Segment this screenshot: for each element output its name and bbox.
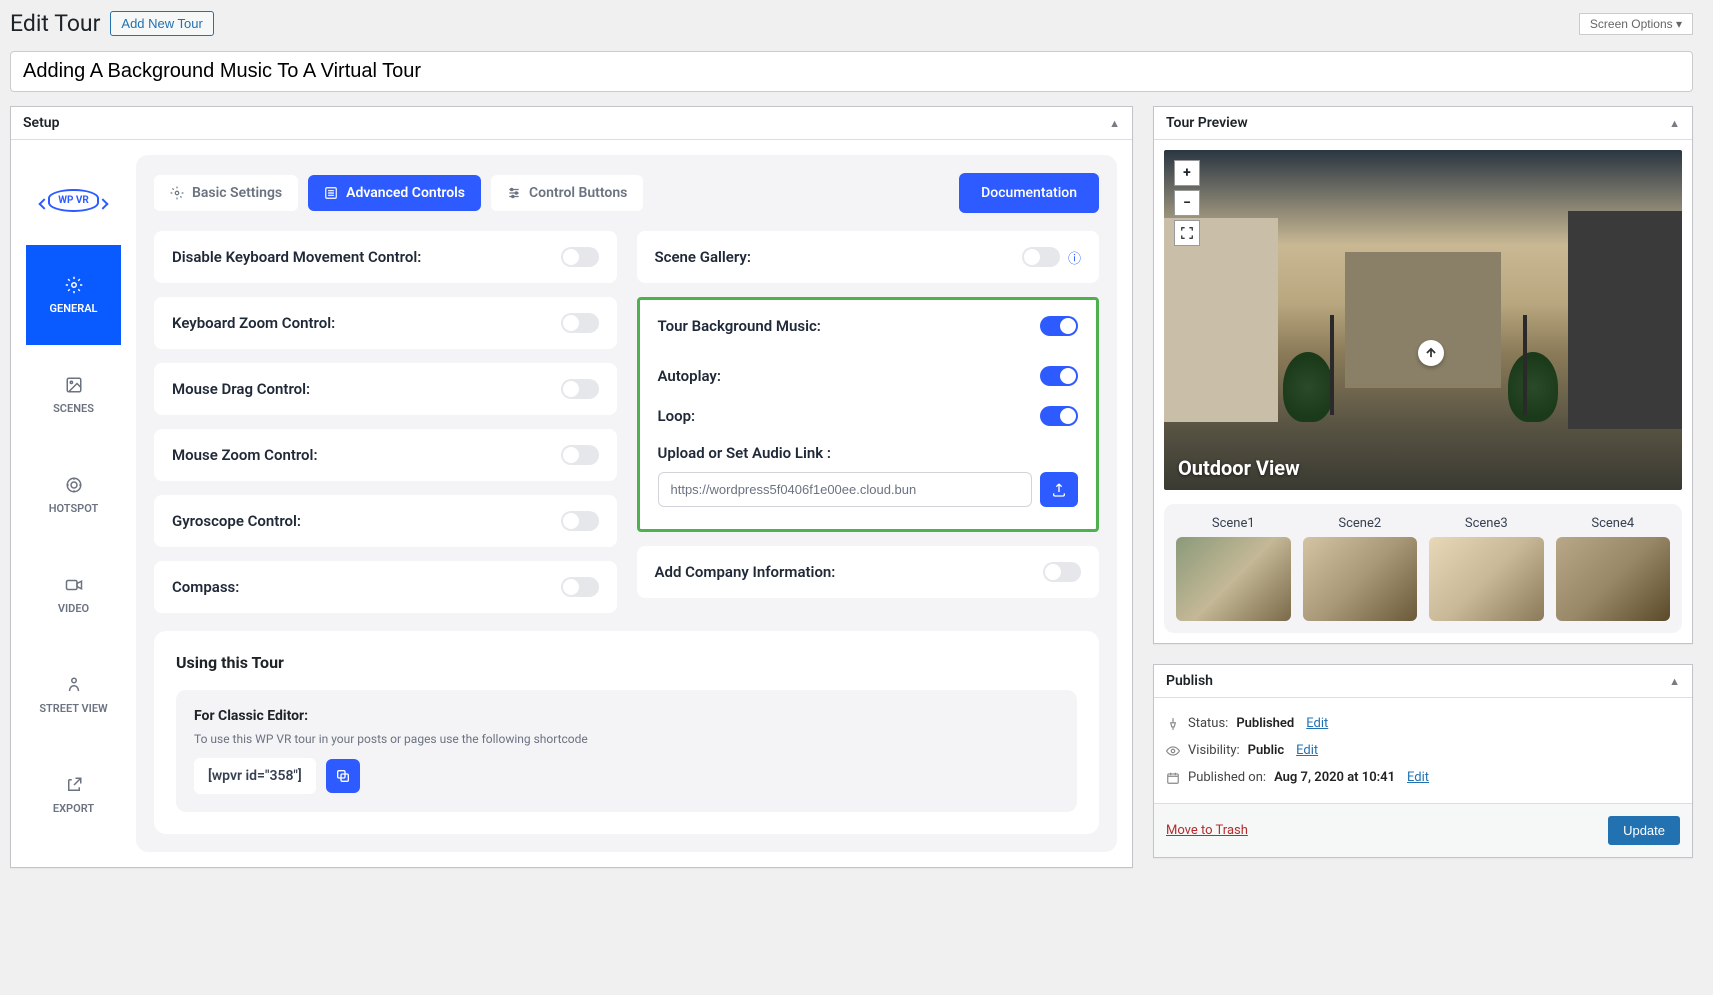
export-icon bbox=[65, 776, 83, 794]
image-icon bbox=[65, 376, 83, 394]
option-mouse-drag: Mouse Drag Control: bbox=[154, 363, 617, 415]
arrow-up-icon bbox=[1424, 346, 1438, 360]
publish-date-row: Published on: Aug 7, 2020 at 10:41 Edit bbox=[1166, 764, 1680, 791]
edit-visibility-link[interactable]: Edit bbox=[1296, 743, 1318, 758]
option-compass: Compass: bbox=[154, 561, 617, 613]
scene-thumbnails-strip: Scene1 Scene2 Scene3 Scene4 bbox=[1164, 504, 1682, 633]
option-scene-gallery: Scene Gallery: ⓘ bbox=[637, 231, 1100, 283]
publish-panel-header[interactable]: Publish ▲ bbox=[1154, 665, 1692, 698]
toggle-gyroscope[interactable] bbox=[561, 511, 599, 531]
toggle-background-music[interactable] bbox=[1040, 316, 1078, 336]
option-gyroscope: Gyroscope Control: bbox=[154, 495, 617, 547]
sliders-icon bbox=[324, 186, 338, 200]
zoom-out-button[interactable]: − bbox=[1174, 190, 1200, 216]
htab-basic-settings[interactable]: Basic Settings bbox=[154, 175, 298, 211]
toggle-mouse-zoom[interactable] bbox=[561, 445, 599, 465]
toggle-keyboard-zoom[interactable] bbox=[561, 313, 599, 333]
collapse-icon: ▲ bbox=[1669, 675, 1680, 688]
vtab-scenes[interactable]: SCENES bbox=[26, 345, 121, 445]
publish-panel-title: Publish bbox=[1166, 673, 1213, 689]
upload-audio-button[interactable] bbox=[1040, 472, 1078, 507]
toggle-autoplay[interactable] bbox=[1040, 366, 1078, 386]
copy-shortcode-button[interactable] bbox=[326, 759, 360, 793]
controls-icon bbox=[507, 186, 521, 200]
collapse-icon: ▲ bbox=[1669, 117, 1680, 130]
setup-panel-header[interactable]: Setup ▲ bbox=[11, 107, 1132, 140]
vtab-hotspot[interactable]: HOTSPOT bbox=[26, 445, 121, 545]
pin-icon bbox=[1166, 717, 1180, 731]
edit-date-link[interactable]: Edit bbox=[1407, 770, 1429, 785]
update-button[interactable]: Update bbox=[1608, 816, 1680, 845]
wpvr-logo: WP VR bbox=[26, 155, 121, 245]
scene-thumb-2[interactable]: Scene2 bbox=[1303, 516, 1418, 621]
shortcode-display: [wpvr id="358"] bbox=[194, 758, 316, 794]
option-disable-keyboard-movement: Disable Keyboard Movement Control: bbox=[154, 231, 617, 283]
add-new-tour-button[interactable]: Add New Tour bbox=[110, 11, 213, 36]
tour-preview-viewport[interactable]: + − Outdoor View bbox=[1164, 150, 1682, 490]
documentation-button[interactable]: Documentation bbox=[959, 173, 1099, 213]
vtab-export[interactable]: EXPORT bbox=[26, 745, 121, 845]
upload-icon bbox=[1051, 482, 1067, 498]
fullscreen-button[interactable] bbox=[1174, 220, 1200, 246]
vtab-video[interactable]: VIDEO bbox=[26, 545, 121, 645]
publish-visibility-row: Visibility: Public Edit bbox=[1166, 737, 1680, 764]
video-icon bbox=[65, 576, 83, 594]
edit-status-link[interactable]: Edit bbox=[1306, 716, 1328, 731]
toggle-compass[interactable] bbox=[561, 577, 599, 597]
toggle-scene-gallery[interactable] bbox=[1022, 247, 1060, 267]
post-title-input[interactable] bbox=[10, 51, 1693, 92]
scene-name-label: Outdoor View bbox=[1178, 456, 1300, 480]
setup-panel-title: Setup bbox=[23, 115, 59, 131]
collapse-icon: ▲ bbox=[1109, 117, 1120, 130]
target-icon bbox=[65, 476, 83, 494]
preview-panel-title: Tour Preview bbox=[1166, 115, 1248, 131]
vtab-general[interactable]: GENERAL bbox=[26, 245, 121, 345]
option-company-info: Add Company Information: bbox=[637, 546, 1100, 598]
copy-icon bbox=[335, 768, 351, 784]
background-music-section: Tour Background Music: Autoplay: bbox=[637, 297, 1100, 532]
eye-icon bbox=[1166, 744, 1180, 758]
scene-thumb-3[interactable]: Scene3 bbox=[1429, 516, 1544, 621]
gear-icon bbox=[170, 186, 184, 200]
calendar-icon bbox=[1166, 771, 1180, 785]
toggle-disable-keyboard-movement[interactable] bbox=[561, 247, 599, 267]
zoom-in-button[interactable]: + bbox=[1174, 160, 1200, 186]
gear-icon bbox=[65, 276, 83, 294]
scene-thumb-4[interactable]: Scene4 bbox=[1556, 516, 1671, 621]
person-icon bbox=[65, 676, 83, 694]
toggle-loop[interactable] bbox=[1040, 406, 1078, 426]
info-icon[interactable]: ⓘ bbox=[1068, 248, 1081, 267]
htab-control-buttons[interactable]: Control Buttons bbox=[491, 175, 643, 211]
option-mouse-zoom: Mouse Zoom Control: bbox=[154, 429, 617, 481]
toggle-mouse-drag[interactable] bbox=[561, 379, 599, 399]
fullscreen-icon bbox=[1180, 226, 1194, 240]
vtab-streetview[interactable]: STREET VIEW bbox=[26, 645, 121, 745]
preview-panel-header[interactable]: Tour Preview ▲ bbox=[1154, 107, 1692, 140]
audio-url-input[interactable] bbox=[658, 472, 1033, 507]
page-title: Edit Tour bbox=[10, 10, 100, 37]
screen-options-button[interactable]: Screen Options ▾ bbox=[1579, 13, 1693, 35]
scene-thumb-1[interactable]: Scene1 bbox=[1176, 516, 1291, 621]
option-keyboard-zoom: Keyboard Zoom Control: bbox=[154, 297, 617, 349]
publish-status-row: Status: Published Edit bbox=[1166, 710, 1680, 737]
toggle-company-info[interactable] bbox=[1043, 562, 1081, 582]
move-to-trash-link[interactable]: Move to Trash bbox=[1166, 823, 1248, 838]
htab-advanced-controls[interactable]: Advanced Controls bbox=[308, 175, 481, 211]
using-tour-section: Using this Tour For Classic Editor: To u… bbox=[154, 631, 1099, 834]
